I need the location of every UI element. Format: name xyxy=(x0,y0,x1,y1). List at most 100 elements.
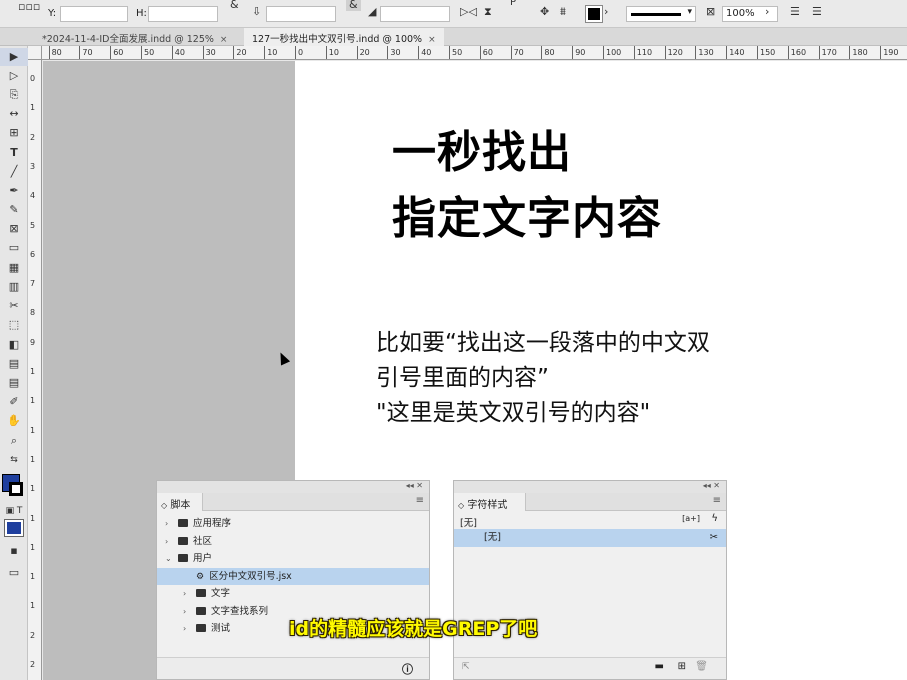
zoom-input[interactable]: 100% xyxy=(722,6,778,22)
stroke-weight-icon[interactable]: & xyxy=(346,0,361,11)
flip-vertical-icon[interactable]: ⧗ xyxy=(484,5,492,19)
info-icon[interactable]: ⓘ xyxy=(402,661,413,677)
tab-document-2[interactable]: 127一秒找出中文双引号.indd @ 100% × xyxy=(244,28,444,46)
align-center-icon[interactable]: ☰ xyxy=(790,5,800,18)
script-tree-item[interactable]: ⚙ 区分中文双引号.jsx xyxy=(157,567,429,585)
tab-character-styles[interactable]: ◇ 字符样式 xyxy=(454,493,527,511)
swap-colors-icon[interactable]: ⇆ xyxy=(0,451,28,469)
stroke-swatch-tool[interactable] xyxy=(9,482,23,496)
content-collector-icon[interactable]: ⊞ xyxy=(0,124,28,142)
shear-icon[interactable]: ◢ xyxy=(368,5,376,18)
ruler-tick xyxy=(264,46,266,59)
direct-selection-tool-icon[interactable]: ▷ xyxy=(0,67,28,85)
panel-menu-icon[interactable]: ≡ xyxy=(416,495,424,506)
chevron-right-icon[interactable]: › xyxy=(165,533,175,551)
eyedropper-tool-icon[interactable]: ✐ xyxy=(0,393,28,411)
panel-collapse-icon[interactable]: ◂◂ ✕ xyxy=(157,481,429,493)
y-input[interactable] xyxy=(60,6,128,22)
tab-scripts[interactable]: ◇ 脚本 xyxy=(157,493,204,511)
panel-menu-icon[interactable]: ≡ xyxy=(713,495,721,506)
ruler-tick-label: 60 xyxy=(482,48,493,57)
grid-tool-icon[interactable]: ▥ xyxy=(0,278,28,296)
page-tool-icon[interactable]: ⎘ xyxy=(0,86,28,104)
select-content-icon[interactable]: ⩩ xyxy=(560,5,566,19)
tab-document-1[interactable]: *2024-11-4-ID全面发展.indd @ 125% × xyxy=(34,28,235,46)
zoom-tool-icon[interactable]: ⌕ xyxy=(0,432,28,450)
ruler-tick xyxy=(233,46,235,59)
stroke-swatch[interactable] xyxy=(585,5,603,23)
script-tree-item[interactable]: › 应用程序 xyxy=(157,515,429,533)
hand-tool-icon[interactable]: ✋ xyxy=(0,412,28,430)
character-styles-panel: ◂◂ ✕ ◇ 字符样式 ≡ [无] [a+] ϟ [无] ✂ ⇱ ▬ ⊞ 🗑 xyxy=(453,480,727,680)
zoom-chevron-icon[interactable]: › xyxy=(765,5,769,18)
ruler-tick-label: 1 xyxy=(30,601,36,611)
close-icon[interactable]: × xyxy=(220,35,228,45)
script-tree-item[interactable]: › 文字 xyxy=(157,585,429,603)
pen-tool-icon[interactable]: ✒ xyxy=(0,182,28,200)
ruler-tick-label: 40 xyxy=(174,48,185,57)
chevron-right-icon[interactable]: › xyxy=(165,515,175,533)
ruler-tick xyxy=(541,46,543,59)
delete-style-icon[interactable]: 🗑 xyxy=(695,661,708,672)
scissors-tool-icon[interactable]: ✂ xyxy=(0,297,28,315)
h-input[interactable] xyxy=(148,6,218,22)
chevron-right-icon[interactable]: › xyxy=(183,585,193,603)
gradient-swatch-tool-icon[interactable]: ◧ xyxy=(0,336,28,354)
ruler-tick xyxy=(572,46,574,59)
stroke-menu-chevron-icon[interactable]: › xyxy=(604,5,608,18)
gradient-feather-tool-icon[interactable]: ▤ xyxy=(0,355,28,373)
style-item-none[interactable]: [无] ✂ xyxy=(454,529,726,547)
panel-collapse-icon[interactable]: ◂◂ ✕ xyxy=(454,481,726,493)
rotate-input[interactable] xyxy=(266,6,336,22)
ruler-tick-label: 0 xyxy=(30,74,36,83)
note-tool-icon[interactable]: ▤ xyxy=(0,374,28,392)
type-tool-icon[interactable]: T xyxy=(0,144,28,162)
chevron-right-icon[interactable]: › xyxy=(183,620,193,638)
horizontal-ruler[interactable]: 80 70 60 50 40 30 20 10 0 10 20 30 40 50 60 70 80 90 100 11… xyxy=(42,46,907,60)
new-group-folder-icon[interactable]: ▬ xyxy=(655,661,664,672)
script-tree-item[interactable]: ⌄ 用户 xyxy=(157,550,429,568)
ruler-tick-label: 80 xyxy=(51,48,62,57)
formatting-container-icon[interactable]: ▣ T xyxy=(0,502,28,520)
ruler-tick xyxy=(295,46,296,59)
rectangle-frame-tool-icon[interactable]: ⊠ xyxy=(0,220,28,238)
lightning-icon[interactable]: ϟ xyxy=(711,513,718,524)
constrain-proportions-icon[interactable]: & xyxy=(230,0,239,11)
table-tool-icon[interactable]: ▦ xyxy=(0,259,28,277)
shear-input[interactable] xyxy=(380,6,450,22)
rectangle-tool-icon[interactable]: ▭ xyxy=(0,239,28,257)
apply-color-icon[interactable] xyxy=(4,519,24,537)
free-transform-tool-icon[interactable]: ⬚ xyxy=(0,316,28,334)
ruler-tick-label: 1 xyxy=(30,103,36,113)
title-line-2: 指定文字内容 xyxy=(392,193,662,244)
chevron-down-icon[interactable]: ⌄ xyxy=(165,550,175,568)
stroke-style-select[interactable]: ▾ xyxy=(626,6,696,22)
gap-tool-icon[interactable]: ↔ xyxy=(0,105,28,123)
vertical-ruler[interactable]: 0 1 2 3 4 5 6 7 8 9 1 1 1 1 1 1 1 1 1 2 2 xyxy=(28,60,42,680)
ruler-origin[interactable] xyxy=(28,46,42,60)
pencil-tool-icon[interactable]: ✎ xyxy=(0,201,28,219)
page-body-frame[interactable]: 比如要“找出这一段落中的中文双 引号里面的内容” "这里是英文双引号的内容" xyxy=(376,326,710,431)
new-style-from-selection-icon[interactable]: [a+] xyxy=(682,514,700,523)
load-styles-icon[interactable]: ⇱ xyxy=(462,662,470,672)
script-tree-item[interactable]: › 社区 xyxy=(157,533,429,551)
new-style-icon[interactable]: ⊞ xyxy=(678,661,686,672)
line-tool-icon[interactable]: ╱ xyxy=(0,163,28,181)
apply-none-icon[interactable]: ▪ xyxy=(0,542,28,560)
char-styles-panel-footer: ⇱ ▬ ⊞ 🗑 xyxy=(454,657,726,679)
reference-point-icon[interactable]: ▫▫▫ xyxy=(18,0,40,13)
flip-horizontal-icon[interactable]: ▷◁ xyxy=(460,5,477,18)
select-container-icon[interactable]: ✥ xyxy=(540,5,549,18)
ruler-tick xyxy=(880,46,882,59)
video-subtitle: id的精髓应该就是GREP了吧 xyxy=(289,618,538,640)
screen-mode-icon[interactable]: ▭ xyxy=(0,564,28,582)
distribute-icon[interactable]: ☰ xyxy=(812,5,822,18)
chevron-down-icon: ▾ xyxy=(687,7,692,17)
ruler-tick-label: 140 xyxy=(729,48,745,57)
page-title-frame[interactable]: 一秒找出 指定文字内容 xyxy=(392,120,662,252)
selection-tool-icon[interactable]: ▶ xyxy=(0,48,28,66)
close-icon[interactable]: × xyxy=(428,35,436,45)
rotate-icon[interactable]: ⇩ xyxy=(252,5,261,18)
ruler-tick-label: 30 xyxy=(390,48,401,57)
chevron-right-icon[interactable]: › xyxy=(183,603,193,621)
